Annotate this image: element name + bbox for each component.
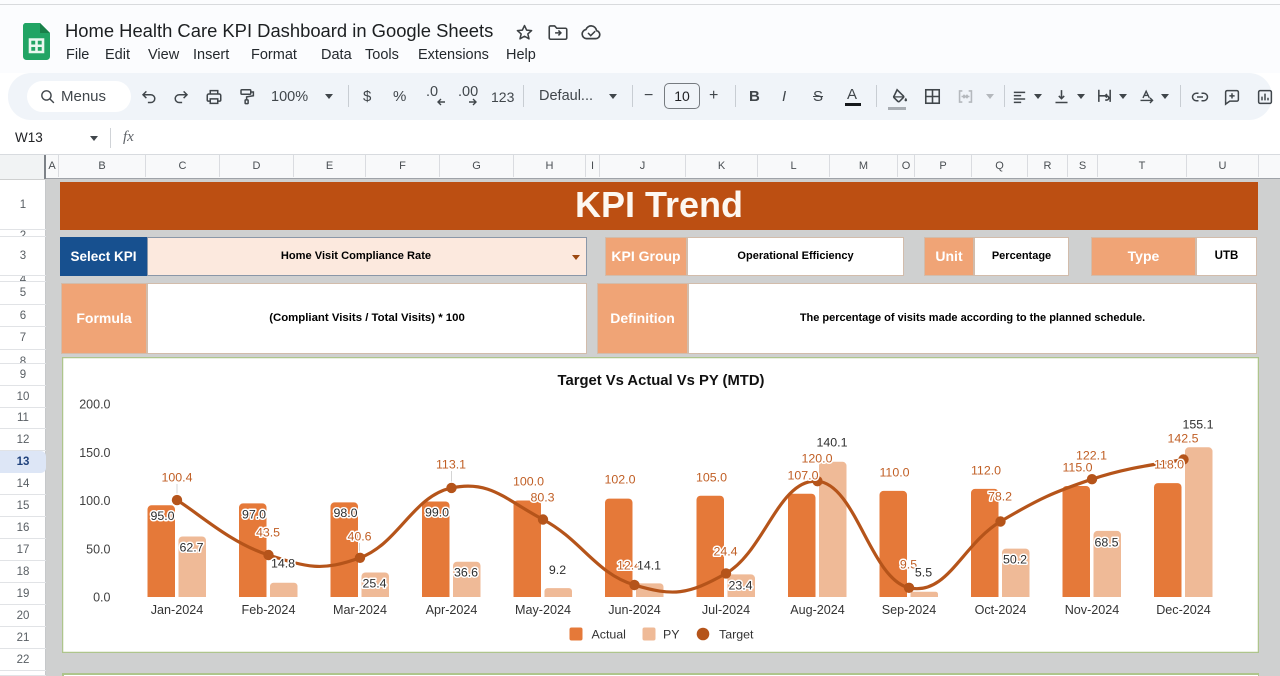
svg-text:14.8: 14.8 — [271, 557, 295, 571]
svg-text:PY: PY — [663, 628, 680, 642]
svg-text:62.7: 62.7 — [179, 540, 203, 554]
svg-text:Feb-2024: Feb-2024 — [242, 603, 296, 617]
svg-text:24.4: 24.4 — [713, 545, 737, 559]
svg-text:80.3: 80.3 — [530, 491, 554, 505]
svg-text:9.2: 9.2 — [549, 563, 566, 577]
svg-text:99.0: 99.0 — [425, 505, 449, 519]
svg-text:40.6: 40.6 — [347, 530, 371, 544]
svg-text:Sep-2024: Sep-2024 — [882, 603, 937, 617]
svg-text:5.5: 5.5 — [915, 566, 932, 580]
svg-text:68.5: 68.5 — [1094, 536, 1118, 550]
svg-text:110.0: 110.0 — [879, 466, 909, 480]
svg-text:Actual: Actual — [592, 628, 626, 642]
svg-text:14.1: 14.1 — [637, 559, 661, 573]
svg-text:115.0: 115.0 — [1062, 461, 1092, 475]
svg-text:113.1: 113.1 — [436, 458, 466, 472]
svg-text:97.0: 97.0 — [242, 507, 266, 521]
svg-text:140.1: 140.1 — [816, 436, 847, 450]
svg-text:100.4: 100.4 — [161, 471, 192, 485]
svg-text:120.0: 120.0 — [801, 452, 832, 466]
svg-text:118.0: 118.0 — [1154, 458, 1184, 472]
svg-text:150.0: 150.0 — [79, 446, 110, 460]
svg-text:142.5: 142.5 — [1167, 432, 1198, 446]
svg-text:50.2: 50.2 — [1003, 552, 1027, 566]
svg-text:25.4: 25.4 — [362, 576, 386, 590]
svg-text:Jan-2024: Jan-2024 — [151, 603, 204, 617]
svg-text:May-2024: May-2024 — [515, 603, 571, 617]
svg-text:Dec-2024: Dec-2024 — [1156, 603, 1211, 617]
svg-text:Target: Target — [719, 628, 754, 642]
svg-text:98.0: 98.0 — [333, 506, 357, 520]
svg-text:Jun-2024: Jun-2024 — [608, 603, 661, 617]
svg-text:Mar-2024: Mar-2024 — [333, 603, 387, 617]
svg-text:Aug-2024: Aug-2024 — [790, 603, 845, 617]
svg-text:50.0: 50.0 — [86, 542, 110, 556]
svg-text:43.5: 43.5 — [256, 526, 280, 540]
svg-text:Oct-2024: Oct-2024 — [975, 603, 1027, 617]
svg-text:112.0: 112.0 — [971, 464, 1001, 478]
svg-text:23.4: 23.4 — [728, 579, 752, 593]
svg-text:155.1: 155.1 — [1182, 418, 1213, 432]
svg-text:107.0: 107.0 — [787, 469, 818, 483]
svg-text:100.0: 100.0 — [79, 494, 110, 508]
svg-text:Nov-2024: Nov-2024 — [1065, 603, 1120, 617]
svg-text:36.6: 36.6 — [454, 566, 478, 580]
svg-text:105.0: 105.0 — [696, 471, 727, 485]
svg-text:78.2: 78.2 — [988, 490, 1012, 504]
svg-text:100.0: 100.0 — [513, 475, 544, 489]
svg-text:Target Vs Actual Vs PY (MTD): Target Vs Actual Vs PY (MTD) — [558, 373, 765, 389]
svg-text:Jul-2024: Jul-2024 — [702, 603, 750, 617]
svg-text:95.0: 95.0 — [150, 509, 174, 523]
svg-text:200.0: 200.0 — [79, 398, 110, 412]
svg-text:102.0: 102.0 — [604, 473, 635, 487]
svg-text:122.1: 122.1 — [1076, 449, 1107, 463]
svg-text:0.0: 0.0 — [93, 591, 110, 605]
svg-text:Apr-2024: Apr-2024 — [426, 603, 478, 617]
